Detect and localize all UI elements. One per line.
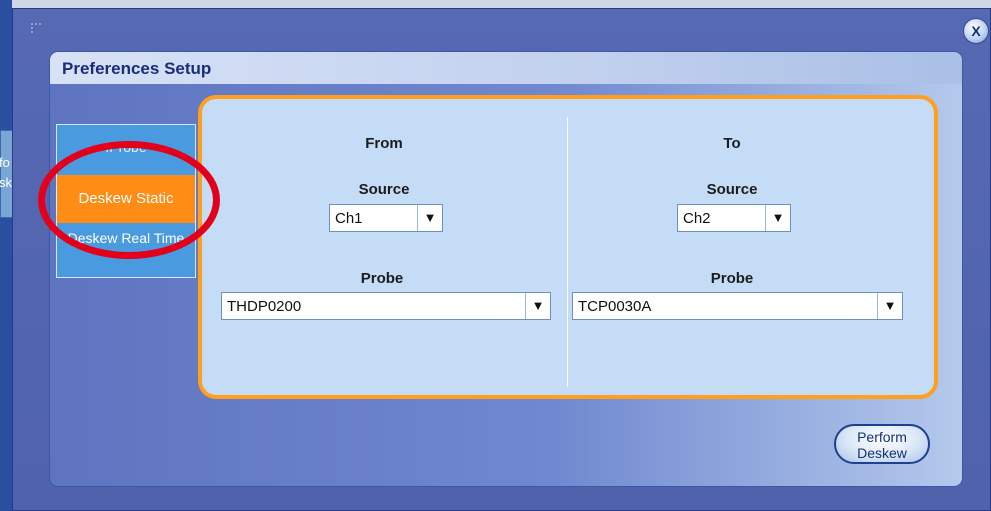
chevron-down-icon: ▼ bbox=[765, 205, 790, 231]
column-divider bbox=[567, 117, 568, 387]
close-icon: X bbox=[971, 23, 981, 39]
dialog-title-bar: Preferences Setup bbox=[50, 52, 962, 84]
from-probe-label: Probe bbox=[360, 270, 404, 287]
annotation-highlight-circle bbox=[38, 141, 220, 259]
to-source-value: Ch2 bbox=[683, 210, 711, 227]
perform-button-line1: Perform bbox=[857, 429, 907, 445]
to-source-label: Source bbox=[706, 181, 758, 198]
from-heading: From bbox=[365, 135, 403, 152]
background-left-panel bbox=[0, 0, 12, 511]
to-probe-select[interactable]: TCP0030A ▼ bbox=[572, 292, 903, 320]
deskew-content-panel: From To Source Ch1 ▼ Source Ch2 ▼ Probe … bbox=[198, 95, 938, 399]
from-source-value: Ch1 bbox=[335, 210, 363, 227]
chevron-down-icon: ▼ bbox=[525, 293, 550, 319]
drag-grip-icon[interactable] bbox=[31, 23, 41, 33]
perform-deskew-button[interactable]: Perform Deskew bbox=[834, 424, 930, 464]
to-probe-value: TCP0030A bbox=[578, 298, 652, 315]
dialog-title: Preferences Setup bbox=[62, 59, 212, 78]
to-probe-label: Probe bbox=[710, 270, 754, 287]
chevron-down-icon: ▼ bbox=[417, 205, 442, 231]
from-probe-value: THDP0200 bbox=[227, 298, 302, 315]
from-source-select[interactable]: Ch1 ▼ bbox=[329, 204, 443, 232]
perform-button-line2: Deskew bbox=[857, 445, 907, 461]
to-source-select[interactable]: Ch2 ▼ bbox=[677, 204, 791, 232]
chevron-down-icon: ▼ bbox=[877, 293, 902, 319]
close-button[interactable]: X bbox=[963, 18, 989, 44]
to-heading: To bbox=[723, 135, 741, 152]
from-source-label: Source bbox=[358, 181, 410, 198]
from-probe-select[interactable]: THDP0200 ▼ bbox=[221, 292, 551, 320]
